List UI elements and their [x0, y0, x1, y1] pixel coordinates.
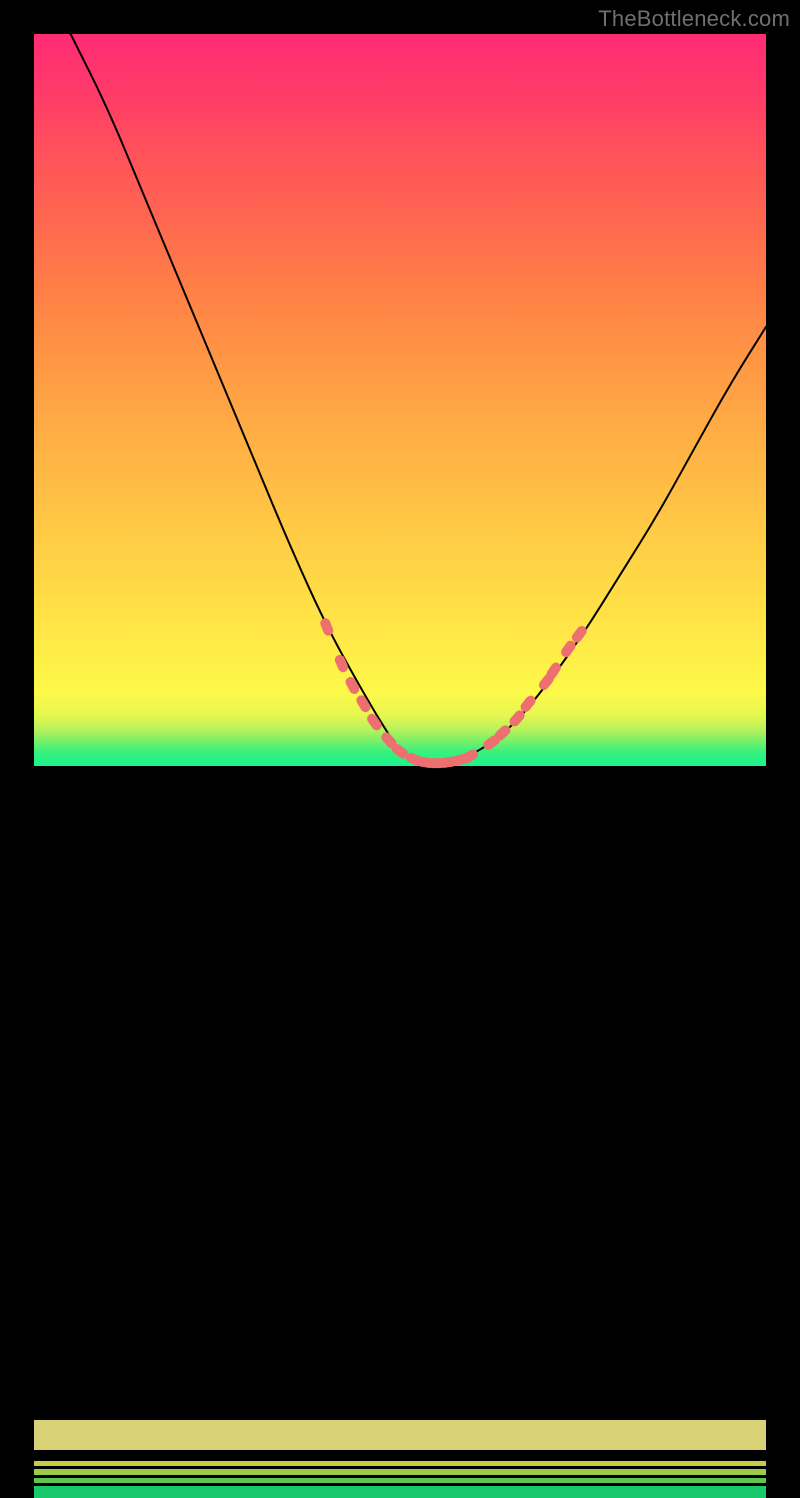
band [34, 1469, 766, 1474]
band [34, 1478, 766, 1483]
curve-path [71, 34, 766, 763]
band [34, 1461, 766, 1466]
band [34, 1420, 766, 1449]
watermark-text: TheBottleneck.com [598, 6, 790, 32]
band [34, 1486, 766, 1498]
chart-frame: TheBottleneck.com [0, 0, 800, 800]
chart-overlay [34, 34, 766, 766]
